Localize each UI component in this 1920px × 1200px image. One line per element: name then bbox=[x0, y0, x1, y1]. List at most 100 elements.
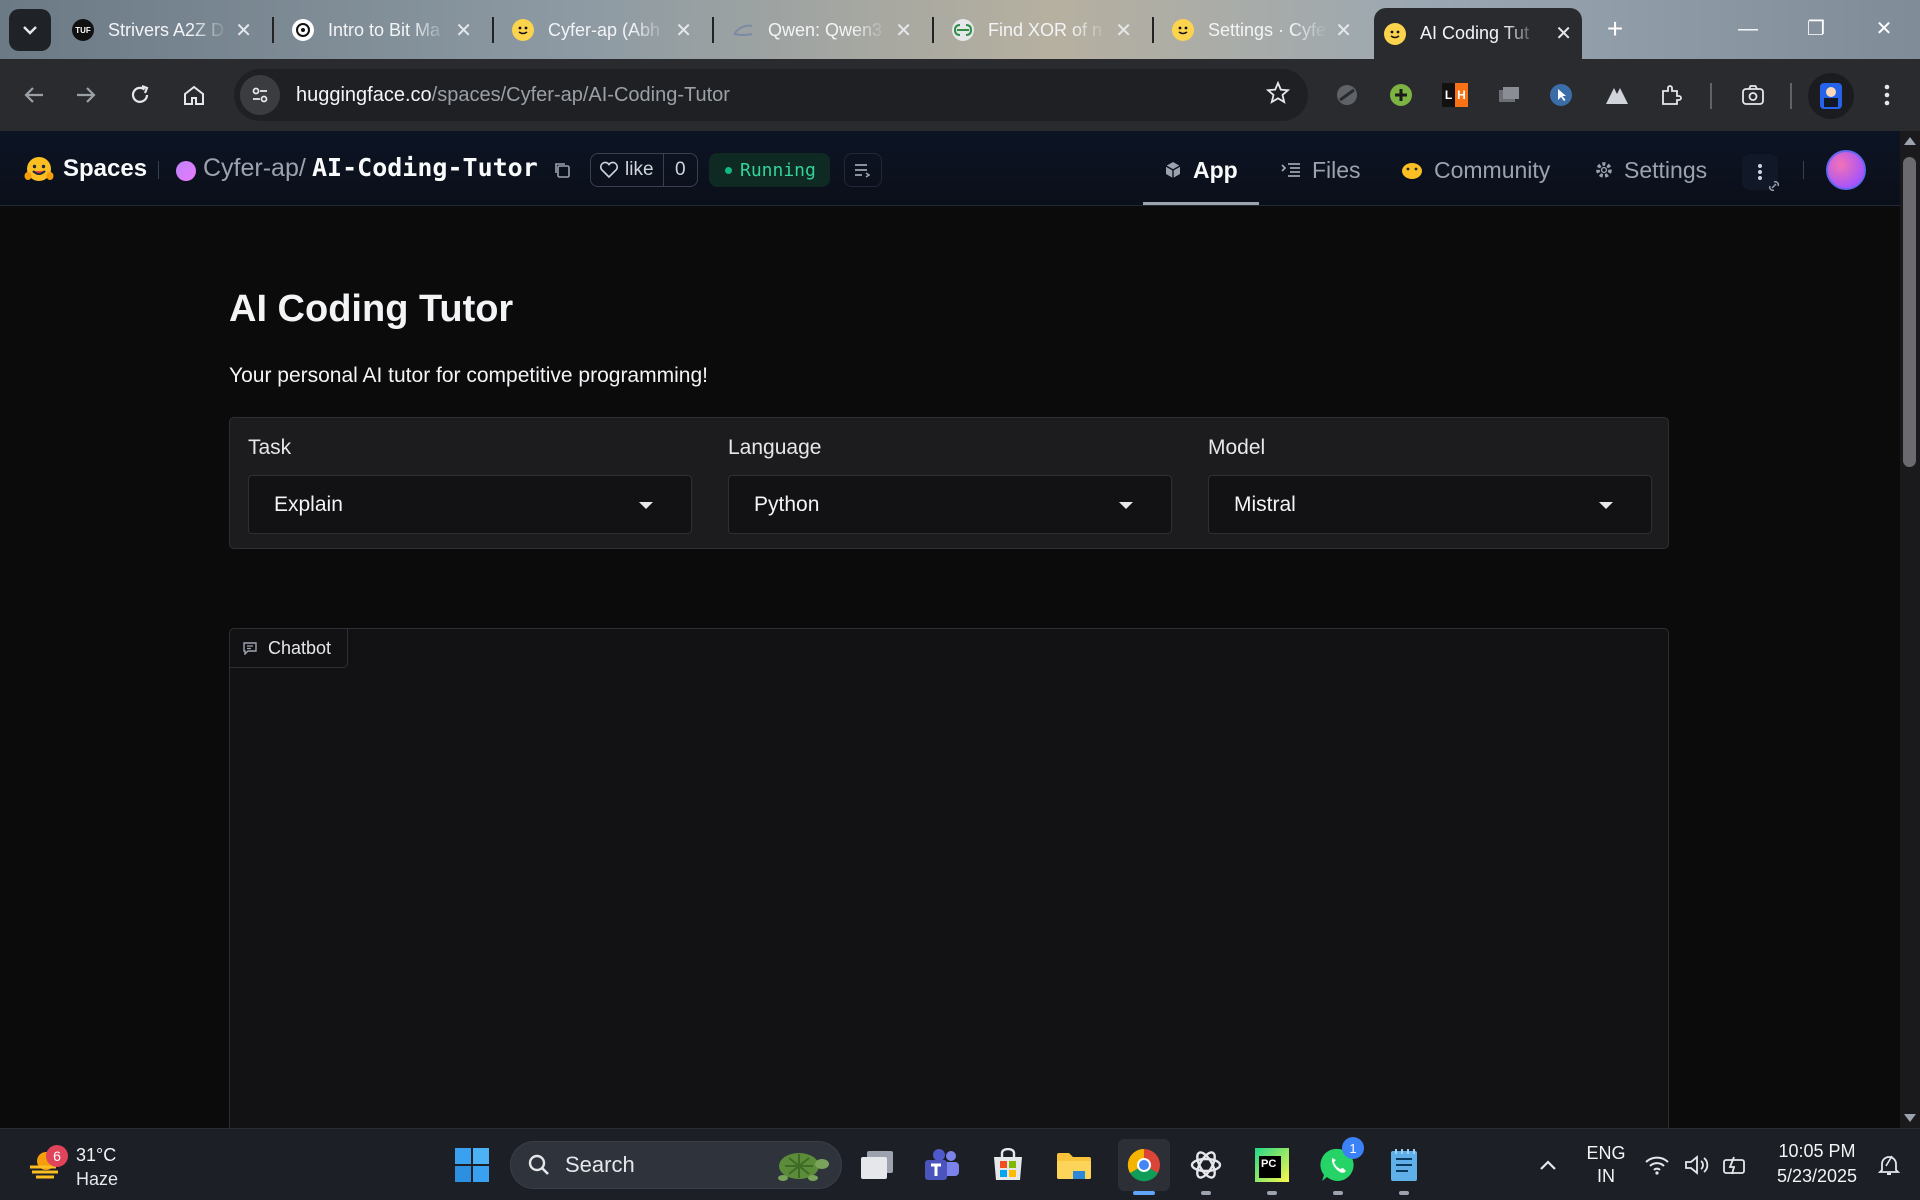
model-label: Model bbox=[1208, 436, 1266, 459]
whatsapp-button[interactable]: 1 bbox=[1316, 1137, 1364, 1187]
space-name-link[interactable]: AI-Coding-Tutor bbox=[312, 153, 538, 182]
task-label: Task bbox=[248, 436, 292, 459]
tab-title: AI Coding Tut bbox=[1420, 23, 1530, 43]
tab-files[interactable]: Files bbox=[1280, 153, 1361, 187]
input-language-indicator[interactable]: ENG IN bbox=[1578, 1143, 1634, 1187]
browser-tab-active[interactable]: AI Coding Tut ✕ bbox=[1374, 8, 1582, 59]
extension-mountain-icon[interactable] bbox=[1604, 82, 1630, 108]
extension-blocker-icon[interactable] bbox=[1334, 82, 1360, 108]
file-explorer-button[interactable] bbox=[1052, 1143, 1096, 1187]
close-icon[interactable]: ✕ bbox=[455, 18, 472, 43]
page-scrollbar[interactable] bbox=[1900, 131, 1920, 1128]
more-options-button[interactable] bbox=[1742, 154, 1779, 191]
browser-tab[interactable]: Settings · Cyfe ✕ bbox=[1162, 9, 1362, 51]
extensions-puzzle-icon[interactable] bbox=[1658, 82, 1684, 108]
tab-app[interactable]: App bbox=[1163, 153, 1238, 187]
browser-tab[interactable]: Qwen: Qwen3 ✕ bbox=[722, 9, 922, 51]
site-info-icon[interactable] bbox=[240, 75, 280, 115]
tab-search-button[interactable] bbox=[9, 9, 51, 51]
profile-avatar[interactable] bbox=[1808, 73, 1854, 119]
taskbar-search[interactable]: Search bbox=[510, 1141, 842, 1189]
battery-button[interactable] bbox=[1718, 1143, 1752, 1187]
tab-title: Strivers A2Z D bbox=[108, 19, 225, 40]
huggingface-logo-icon[interactable] bbox=[24, 156, 54, 191]
heart-icon bbox=[599, 161, 619, 179]
address-bar[interactable]: huggingface.co/spaces/Cyfer-ap/AI-Coding… bbox=[234, 69, 1308, 121]
start-button[interactable] bbox=[450, 1143, 494, 1187]
task-dropdown[interactable]: Explain bbox=[248, 475, 692, 534]
chevron-down-icon bbox=[23, 26, 37, 35]
caret-down-icon bbox=[1599, 502, 1613, 509]
browser-toolbar: huggingface.co/spaces/Cyfer-ap/AI-Coding… bbox=[0, 59, 1920, 131]
home-button[interactable] bbox=[176, 77, 212, 113]
like-button[interactable]: like 0 bbox=[590, 153, 698, 187]
restore-button[interactable]: ❐ bbox=[1796, 12, 1836, 46]
close-icon[interactable]: ✕ bbox=[1335, 18, 1352, 43]
teams-button[interactable] bbox=[920, 1143, 964, 1187]
like-toggle[interactable]: like bbox=[591, 159, 663, 181]
volume-button[interactable] bbox=[1680, 1143, 1714, 1187]
wifi-button[interactable] bbox=[1640, 1143, 1674, 1187]
openai-icon bbox=[292, 19, 314, 41]
browser-tab[interactable]: TUF Strivers A2Z D ✕ bbox=[62, 9, 262, 51]
pycharm-label: PC bbox=[1259, 1156, 1281, 1178]
tab-community[interactable]: Community bbox=[1400, 153, 1550, 187]
browser-menu-icon[interactable] bbox=[1874, 82, 1900, 108]
logs-button[interactable] bbox=[844, 153, 882, 187]
temperature: 31°C bbox=[76, 1145, 117, 1165]
chrome-icon bbox=[1127, 1148, 1160, 1182]
scroll-down-arrow-icon[interactable] bbox=[1904, 1114, 1916, 1122]
status-badge[interactable]: Running bbox=[709, 153, 830, 187]
extension-lighthouse-icon[interactable]: LH bbox=[1442, 82, 1468, 108]
tab-settings[interactable]: Settings bbox=[1594, 153, 1707, 187]
close-icon[interactable]: ✕ bbox=[675, 18, 692, 43]
spaces-link[interactable]: Spaces bbox=[63, 155, 147, 183]
window-close-button[interactable]: ✕ bbox=[1864, 12, 1904, 46]
active-tab-indicator bbox=[1143, 202, 1259, 205]
close-icon[interactable]: ✕ bbox=[1555, 21, 1572, 46]
notification-bell-icon bbox=[1877, 1155, 1901, 1175]
browser-tab[interactable]: Intro to Bit Ma ✕ bbox=[282, 9, 482, 51]
store-button[interactable] bbox=[986, 1143, 1030, 1187]
back-button[interactable] bbox=[16, 77, 52, 113]
like-label: like bbox=[625, 159, 654, 180]
close-icon[interactable]: ✕ bbox=[1115, 18, 1132, 43]
browser-tab[interactable]: Find XOR of n ✕ bbox=[942, 9, 1142, 51]
url-path: /spaces/Cyfer-ap/AI-Coding-Tutor bbox=[431, 83, 730, 106]
huggingface-icon bbox=[1172, 19, 1194, 41]
task-view-button[interactable] bbox=[855, 1143, 899, 1187]
scroll-up-arrow-icon[interactable] bbox=[1904, 137, 1916, 145]
minimize-button[interactable]: — bbox=[1728, 12, 1768, 46]
close-icon[interactable]: ✕ bbox=[235, 18, 252, 43]
pycharm-icon: PC bbox=[1255, 1148, 1289, 1182]
space-owner-link[interactable]: Cyfer-ap/ bbox=[203, 154, 306, 183]
notifications-button[interactable] bbox=[1872, 1143, 1906, 1187]
extension-window-icon[interactable] bbox=[1496, 82, 1522, 108]
model-dropdown[interactable]: Mistral bbox=[1208, 475, 1652, 534]
turtle-icon bbox=[778, 1153, 829, 1181]
battery-charging-icon bbox=[1723, 1156, 1745, 1175]
extension-plus-icon[interactable] bbox=[1388, 82, 1414, 108]
chatbot-panel[interactable]: Chatbot bbox=[229, 628, 1669, 1148]
chatgpt-button[interactable] bbox=[1184, 1143, 1228, 1187]
huggingface-icon bbox=[1384, 22, 1406, 45]
browser-tab[interactable]: Cyfer-ap (Abh ✕ bbox=[502, 9, 702, 51]
copy-icon[interactable] bbox=[553, 161, 571, 179]
new-tab-button[interactable]: + bbox=[1598, 13, 1632, 47]
extension-cursor-icon[interactable] bbox=[1548, 82, 1574, 108]
reload-button[interactable] bbox=[122, 77, 158, 113]
scrollbar-thumb[interactable] bbox=[1903, 157, 1916, 467]
forward-button[interactable] bbox=[68, 77, 104, 113]
show-hidden-icons-button[interactable] bbox=[1528, 1143, 1568, 1187]
header-divider bbox=[1803, 161, 1804, 179]
chrome-button[interactable] bbox=[1118, 1139, 1170, 1191]
close-icon[interactable]: ✕ bbox=[895, 18, 912, 43]
notepad-button[interactable] bbox=[1382, 1143, 1426, 1187]
weather-widget[interactable]: 6 31°C Haze bbox=[26, 1141, 166, 1191]
pycharm-button[interactable]: PC bbox=[1250, 1143, 1294, 1187]
bookmark-star-icon[interactable] bbox=[1265, 80, 1291, 110]
system-clock[interactable]: 10:05 PM 5/23/2025 bbox=[1762, 1141, 1872, 1187]
language-dropdown[interactable]: Python bbox=[728, 475, 1172, 534]
user-avatar[interactable] bbox=[1826, 150, 1866, 190]
screenshot-icon[interactable] bbox=[1740, 82, 1766, 108]
